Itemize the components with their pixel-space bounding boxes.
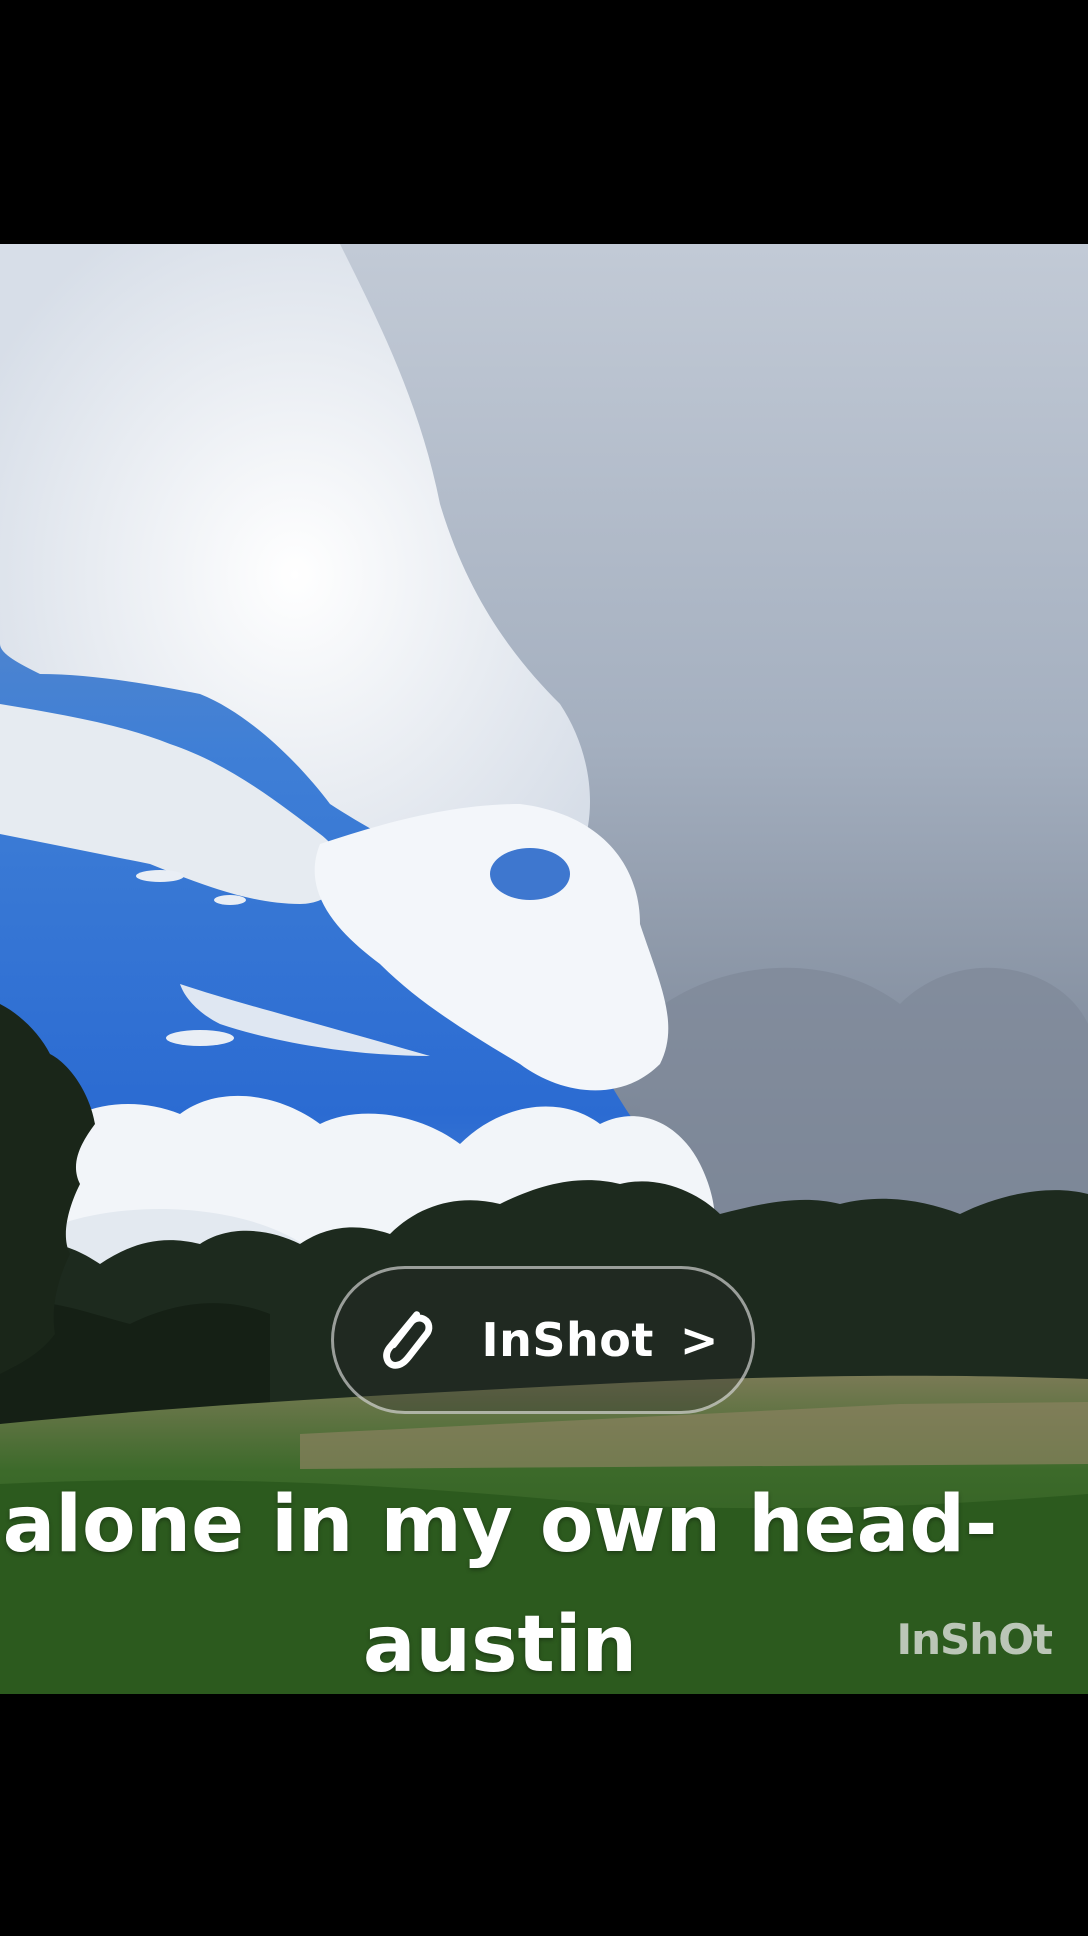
paperclip-icon xyxy=(382,1311,432,1369)
caption-line-1: alone in my own head- xyxy=(2,1480,998,1570)
sky-landscape-photo xyxy=(0,244,1088,1694)
chevron-right-icon: > xyxy=(679,1313,719,1367)
inshot-promo-button[interactable]: InShot > xyxy=(331,1266,755,1414)
sky-landscape-illustration xyxy=(0,244,1088,1694)
inshot-watermark: InShOt xyxy=(896,1615,1053,1664)
inshot-button-label: InShot xyxy=(481,1313,654,1367)
video-frame: InShot > alone in my own head- austin In… xyxy=(0,0,1088,1936)
caption-line-2: austin xyxy=(362,1600,638,1690)
